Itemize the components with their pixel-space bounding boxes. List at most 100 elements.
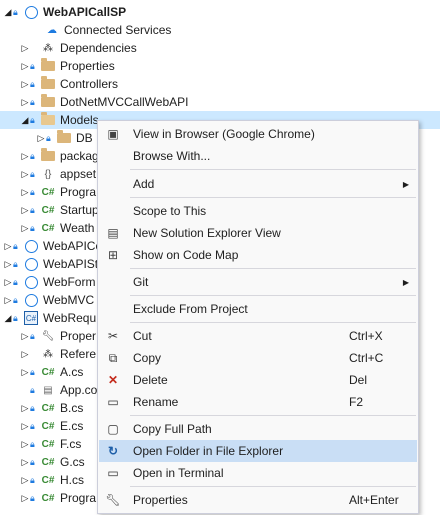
- expand-arrow-icon[interactable]: ▷: [20, 475, 30, 486]
- menu-item-shortcut: Ctrl+C: [349, 351, 384, 365]
- lock-icon: 🔒︎: [13, 240, 18, 251]
- expand-arrow-icon[interactable]: ▷: [20, 331, 30, 342]
- menu-item-label: Scope to This: [133, 204, 207, 218]
- lock-icon: 🔒︎: [30, 96, 35, 107]
- expand-arrow-icon[interactable]: ▷: [20, 421, 30, 432]
- tree-item-label: WebForm: [43, 275, 96, 289]
- menu-item-label: Show on Code Map: [133, 248, 239, 262]
- expand-arrow-icon[interactable]: ▷: [3, 259, 13, 270]
- menu-separator: [130, 486, 416, 487]
- csharp-file-icon: C#: [41, 402, 55, 414]
- tree-item-label: appset: [60, 167, 97, 181]
- menu-item-cut[interactable]: ✂ Cut Ctrl+X: [99, 325, 417, 347]
- csharp-file-icon: C#: [41, 474, 55, 486]
- menu-item-copy[interactable]: ⧉ Copy Ctrl+C: [99, 347, 417, 369]
- lock-icon: 🔒︎: [30, 330, 35, 341]
- lock-icon: 🔒︎: [30, 456, 35, 467]
- tree-item-label: F.cs: [60, 437, 82, 451]
- lock-icon: 🔒︎: [30, 150, 35, 161]
- folder-icon: [40, 148, 56, 163]
- expand-arrow-icon[interactable]: ◢: [3, 313, 13, 324]
- expand-arrow-icon[interactable]: ▷: [20, 403, 30, 414]
- folder-icon: [56, 130, 72, 145]
- delete-icon: ✕: [107, 373, 119, 387]
- csharp-project-icon: C#: [23, 311, 39, 325]
- lock-icon: 🔒︎: [30, 366, 35, 377]
- menu-separator: [130, 268, 416, 269]
- lock-icon: 🔒︎: [30, 186, 35, 197]
- expand-arrow-icon[interactable]: ◢: [3, 7, 13, 18]
- menu-separator: [130, 415, 416, 416]
- menu-item-label: Copy: [133, 351, 162, 365]
- lock-icon: 🔒︎: [13, 6, 18, 17]
- expand-arrow-icon[interactable]: ▷: [20, 493, 30, 504]
- menu-item-browse-with[interactable]: Browse With...: [99, 145, 417, 167]
- expand-arrow-icon[interactable]: ▷: [20, 223, 30, 234]
- menu-item-new-solution-explorer-view[interactable]: ▤ New Solution Explorer View: [99, 222, 417, 244]
- menu-item-rename[interactable]: ▭ Rename F2: [99, 391, 417, 413]
- tree-item-label: H.cs: [60, 473, 84, 487]
- expand-arrow-icon[interactable]: ▷: [36, 133, 46, 144]
- menu-item-exclude-from-project[interactable]: Exclude From Project: [99, 298, 417, 320]
- web-project-icon: [23, 293, 39, 307]
- menu-item-open-folder-in-file-explorer[interactable]: ↻ Open Folder in File Explorer: [99, 440, 417, 462]
- tree-item-label: WebRequ: [43, 311, 97, 325]
- properties-wrench-icon: 🔧︎: [105, 493, 121, 507]
- references-icon: ⁂: [43, 348, 53, 360]
- menu-item-scope-to-this[interactable]: Scope to This: [99, 200, 417, 222]
- cut-icon: ✂: [107, 329, 119, 343]
- expand-arrow-icon[interactable]: ▷: [20, 43, 30, 54]
- menu-item-properties[interactable]: 🔧︎ Properties Alt+Enter: [99, 489, 417, 511]
- open-folder-icon: ↻: [107, 444, 119, 458]
- menu-item-label: Properties: [133, 493, 188, 507]
- expand-arrow-icon[interactable]: ▷: [20, 79, 30, 90]
- menu-item-open-in-terminal[interactable]: ▭ Open in Terminal: [99, 462, 417, 484]
- expand-arrow-icon[interactable]: ▷: [20, 187, 30, 198]
- tree-item-label: B.cs: [60, 401, 84, 415]
- expand-arrow-icon[interactable]: ▷: [20, 439, 30, 450]
- csharp-file-icon: C#: [41, 204, 55, 216]
- expand-arrow-icon[interactable]: ▷: [3, 277, 13, 288]
- expand-arrow-icon[interactable]: ▷: [20, 97, 30, 108]
- tree-item-properties[interactable]: ▷ 🔒︎ Properties: [0, 57, 440, 75]
- expand-arrow-icon[interactable]: ▷: [20, 457, 30, 468]
- tree-item-label: Progra: [60, 185, 97, 199]
- solution-explorer-icon: ▤: [107, 226, 119, 240]
- tree-item-label: E.cs: [60, 419, 84, 433]
- web-project-icon: [23, 239, 39, 253]
- expand-arrow-icon[interactable]: ▷: [3, 241, 13, 252]
- expand-arrow-icon[interactable]: ▷: [3, 295, 13, 306]
- menu-item-label: Copy Full Path: [133, 422, 212, 436]
- menu-item-show-on-code-map[interactable]: ⊞ Show on Code Map: [99, 244, 417, 266]
- menu-item-add[interactable]: Add ▶: [99, 173, 417, 195]
- tree-item-controllers[interactable]: ▷ 🔒︎ Controllers: [0, 75, 440, 93]
- expand-arrow-icon[interactable]: ▷: [20, 169, 30, 180]
- json-file-icon: {}: [44, 168, 52, 180]
- tree-item-label: Connected Services: [64, 23, 172, 37]
- tree-item-dependencies[interactable]: ▷ ⁂ Dependencies: [0, 39, 440, 57]
- tree-item-label: G.cs: [60, 455, 85, 469]
- expand-arrow-icon[interactable]: ▷: [20, 61, 30, 72]
- lock-icon: 🔒︎: [30, 222, 35, 233]
- context-menu: ▣ View in Browser (Google Chrome) Browse…: [97, 120, 419, 514]
- menu-item-label: Cut: [133, 329, 152, 343]
- tree-item-dotnetmvccallwebapi[interactable]: ▷ 🔒︎ DotNetMVCCallWebAPI: [0, 93, 440, 111]
- lock-icon: 🔒︎: [30, 420, 35, 431]
- folder-icon: [40, 94, 56, 109]
- menu-item-label: Exclude From Project: [133, 302, 248, 316]
- tree-item-label: WebMVC: [43, 293, 95, 307]
- menu-item-git[interactable]: Git ▶: [99, 271, 417, 293]
- expand-arrow-icon[interactable]: ◢: [20, 115, 30, 126]
- expand-arrow-icon[interactable]: ▷: [20, 151, 30, 162]
- tree-item-connected-services[interactable]: ☁ Connected Services: [0, 21, 440, 39]
- menu-item-shortcut: Ctrl+X: [349, 329, 383, 343]
- expand-arrow-icon[interactable]: ▷: [20, 367, 30, 378]
- csharp-file-icon: C#: [41, 438, 55, 450]
- menu-item-copy-full-path[interactable]: ▢ Copy Full Path: [99, 418, 417, 440]
- tree-project-webapicallsp[interactable]: ◢ 🔒︎ WebAPICallSP: [0, 3, 440, 21]
- csharp-file-icon: C#: [41, 222, 55, 234]
- expand-arrow-icon[interactable]: ▷: [20, 349, 30, 360]
- menu-item-delete[interactable]: ✕ Delete Del: [99, 369, 417, 391]
- expand-arrow-icon[interactable]: ▷: [20, 205, 30, 216]
- menu-item-view-in-browser[interactable]: ▣ View in Browser (Google Chrome): [99, 123, 417, 145]
